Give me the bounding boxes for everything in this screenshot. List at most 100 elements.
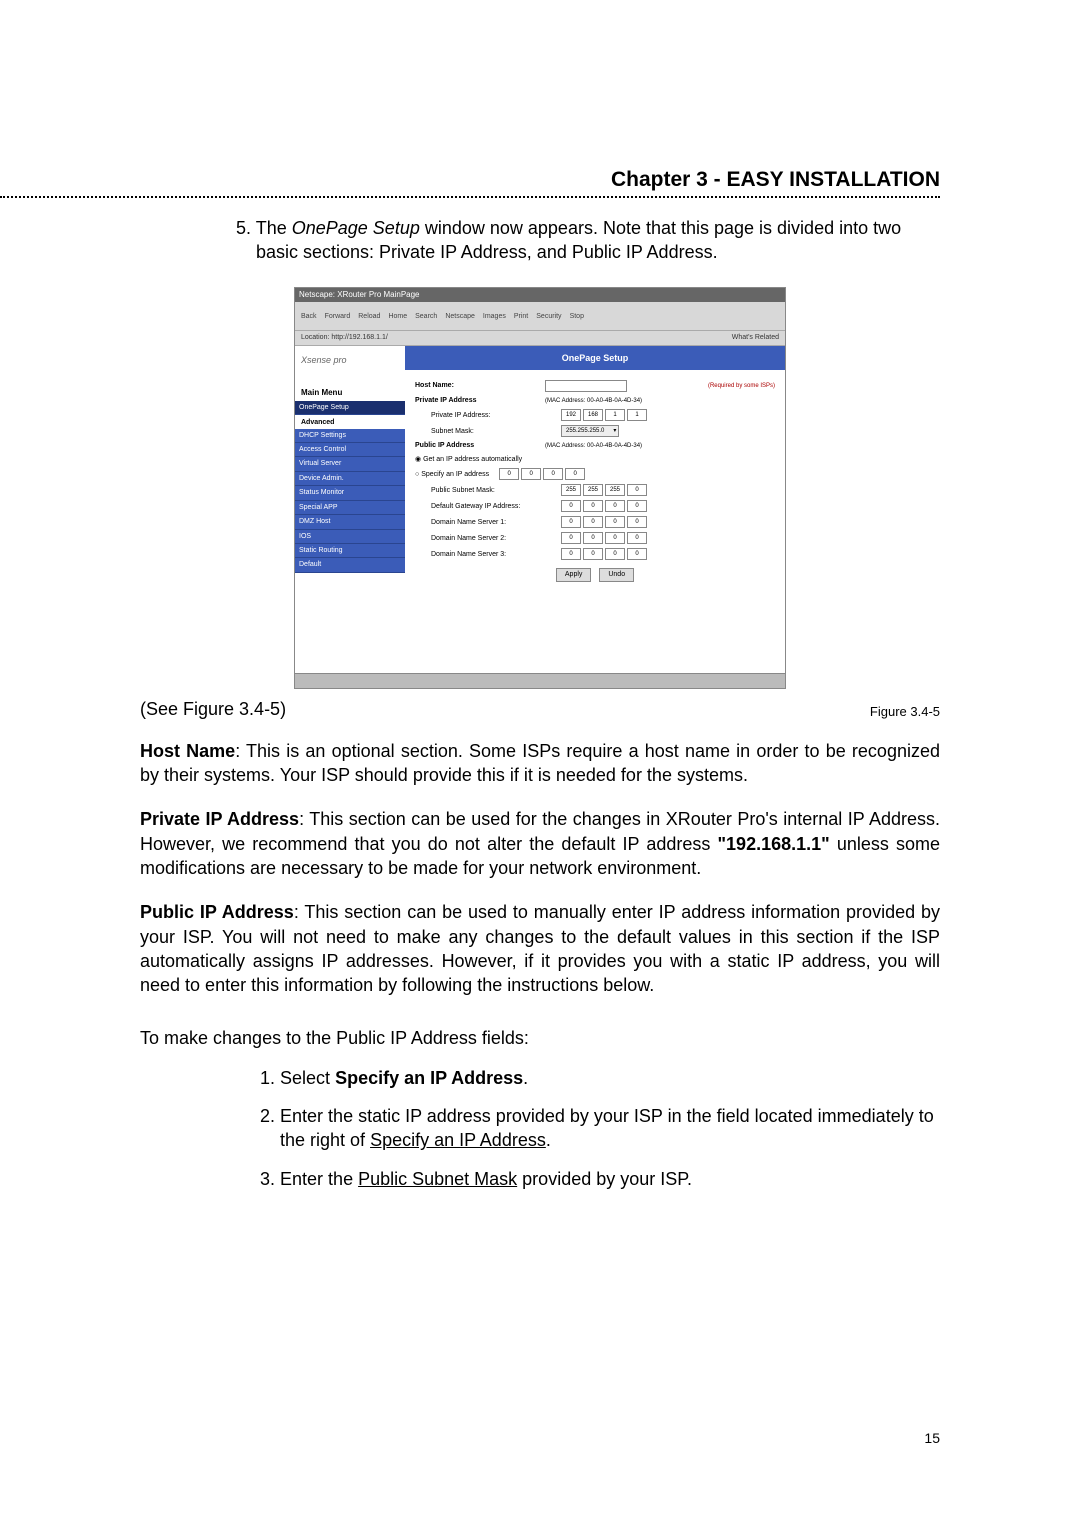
step-em: OnePage Setup: [292, 218, 420, 238]
ordered-list: 1. Select Specify an IP Address. 2. Ente…: [260, 1066, 940, 1191]
li-text-a: Select: [280, 1068, 335, 1088]
radio-auto-label: Get an IP address automatically: [423, 456, 522, 463]
host-name-label: Host Name:: [415, 381, 545, 390]
figure-label: Figure 3.4-5: [870, 703, 940, 721]
public-subnet-mask-label: Public Subnet Mask:: [415, 486, 561, 495]
li-underline: Specify an IP Address: [370, 1130, 546, 1150]
public-ip-bold: Public IP Address: [140, 902, 294, 922]
hostname-bold: Host Name: [140, 741, 235, 761]
ip-octet: 0: [605, 516, 625, 528]
private-ip-value: 192 168 1 1: [561, 409, 647, 421]
dns3-value: 0 0 0 0: [561, 548, 647, 560]
onepage-setup-title: OnePage Setup: [405, 346, 785, 370]
nav-dhcp: DHCP Settings: [295, 429, 405, 443]
ip-octet: 0: [627, 516, 647, 528]
ip-octet: 192: [561, 409, 581, 421]
hostname-text: : This is an optional section. Some ISPs…: [140, 741, 940, 785]
caption-row: (See Figure 3.4-5) Figure 3.4-5: [140, 697, 940, 721]
toolbar-search: Search: [415, 312, 437, 321]
status-bar: [295, 673, 785, 688]
ip-octet: 1: [627, 409, 647, 421]
private-ip-paragraph: Private IP Address: This section can be …: [140, 807, 940, 880]
chapter-bar: Chapter 3 - EASY INSTALLATION: [0, 168, 1080, 198]
sidebar: Xsense pro Main Menu OnePage Setup Advan…: [295, 346, 405, 676]
window-title: Netscape: XRouter Pro MainPage: [295, 288, 785, 303]
location-bar: Location: http://192.168.1.1/ What's Rel…: [295, 331, 785, 345]
list-item: 2. Enter the static IP address provided …: [260, 1104, 940, 1153]
ip-octet: 255: [605, 484, 625, 496]
li-text-a: Enter the: [280, 1169, 358, 1189]
nav-default: Default: [295, 558, 405, 572]
undo-button: Undo: [599, 568, 634, 581]
form: Host Name: (Required by some ISPs) Priva…: [405, 370, 785, 588]
toolbar-images: Images: [483, 312, 506, 321]
ip-octet: 0: [561, 532, 581, 544]
li-text-c: .: [546, 1130, 551, 1150]
main-panel: OnePage Setup Host Name: (Required by so…: [405, 346, 785, 676]
ip-octet: 0: [627, 500, 647, 512]
dns1-value: 0 0 0 0: [561, 516, 647, 528]
nav-static-routing: Static Routing: [295, 544, 405, 558]
nav-status-monitor: Status Monitor: [295, 486, 405, 500]
ip-octet: 0: [583, 532, 603, 544]
ip-octet: 0: [605, 500, 625, 512]
ip-octet: 0: [627, 532, 647, 544]
subheading: To make changes to the Public IP Address…: [140, 1026, 940, 1050]
specify-ip-value: 0 0 0 0: [499, 468, 585, 480]
toolbar-back: Back: [301, 312, 317, 321]
advanced-label: Advanced: [295, 415, 405, 428]
ip-octet: 0: [583, 500, 603, 512]
subnet-mask-select: 255.255.255.0: [561, 425, 619, 437]
default-gateway-value: 0 0 0 0: [561, 500, 647, 512]
toolbar-print: Print: [514, 312, 528, 321]
page-body: Xsense pro Main Menu OnePage Setup Advan…: [295, 346, 785, 676]
li-num: 1.: [260, 1068, 275, 1088]
host-name-note: (Required by some ISPs): [708, 382, 775, 390]
radio-specify-label: Specify an IP address: [421, 471, 489, 478]
li-underline: Public Subnet Mask: [358, 1169, 517, 1189]
dns3-label: Domain Name Server 3:: [415, 550, 561, 559]
radio-specify: ○ Specify an IP address: [415, 470, 489, 479]
toolbar-netscape: Netscape: [445, 312, 475, 321]
ip-octet: 0: [627, 484, 647, 496]
dns2-value: 0 0 0 0: [561, 532, 647, 544]
location-text: Location: http://192.168.1.1/: [301, 334, 388, 341]
nav-dmz-host: DMZ Host: [295, 515, 405, 529]
nav: OnePage Setup Advanced DHCP Settings Acc…: [295, 401, 405, 573]
hostname-paragraph: Host Name: This is an optional section. …: [140, 739, 940, 788]
apply-button: Apply: [556, 568, 592, 581]
nav-onepage-setup: OnePage Setup: [295, 401, 405, 415]
ip-octet: 0: [561, 500, 581, 512]
toolbar-home: Home: [388, 312, 407, 321]
subnet-mask-label: Subnet Mask:: [415, 427, 561, 436]
page: Chapter 3 - EASY INSTALLATION 5. The One…: [0, 0, 1080, 1526]
ip-octet: 0: [583, 516, 603, 528]
form-buttons: Apply Undo: [415, 568, 775, 581]
private-ip-header: Private IP Address: [415, 396, 545, 405]
public-ip-paragraph: Public IP Address: This section can be u…: [140, 900, 940, 997]
nav-ios: IOS: [295, 530, 405, 544]
nav-device-admin: Device Admin.: [295, 472, 405, 486]
ip-octet: 0: [543, 468, 563, 480]
private-ip-label: Private IP Address:: [415, 411, 561, 420]
step-text-a: The: [256, 218, 292, 238]
nav-access-control: Access Control: [295, 443, 405, 457]
public-subnet-mask-value: 255 255 255 0: [561, 484, 647, 496]
private-ip-quote: "192.168.1.1": [718, 834, 830, 854]
public-mac: (MAC Address: 00-A0-4B-0A-4D-34): [545, 442, 642, 450]
chapter-title: Chapter 3 - EASY INSTALLATION: [611, 168, 940, 194]
ip-octet: 255: [583, 484, 603, 496]
step-number: 5.: [236, 218, 251, 238]
page-number: 15: [924, 1430, 940, 1446]
li-num: 3.: [260, 1169, 275, 1189]
list-item: 1. Select Specify an IP Address.: [260, 1066, 940, 1090]
ip-octet: 0: [499, 468, 519, 480]
ip-octet: 0: [521, 468, 541, 480]
ip-octet: 0: [583, 548, 603, 560]
dns1-label: Domain Name Server 1:: [415, 518, 561, 527]
toolbar-reload: Reload: [358, 312, 380, 321]
toolbar-security: Security: [536, 312, 561, 321]
ip-octet: 0: [605, 532, 625, 544]
li-num: 2.: [260, 1106, 275, 1126]
screenshot: Netscape: XRouter Pro MainPage Back Forw…: [294, 287, 786, 689]
